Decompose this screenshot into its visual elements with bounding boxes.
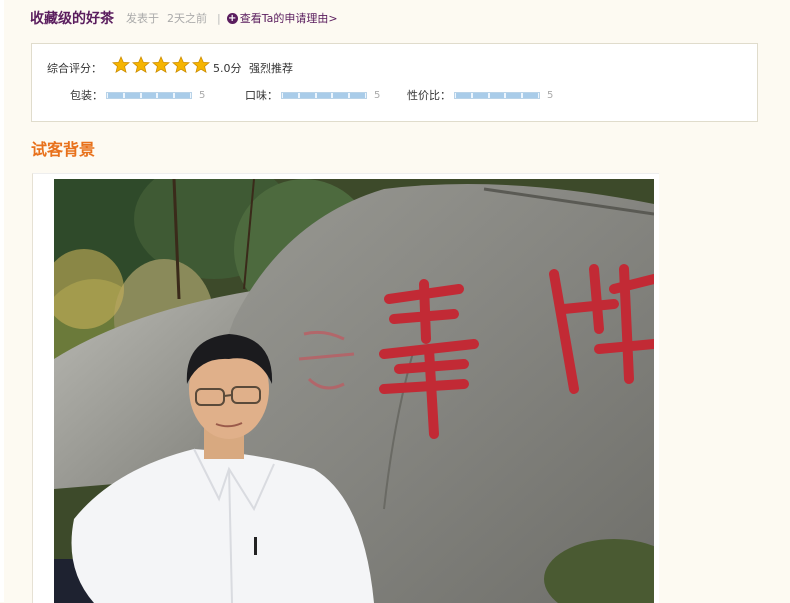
star-icon [172, 56, 190, 73]
star-icon [132, 56, 150, 73]
header-separator: | [217, 11, 221, 25]
rating-panel: 综合评分： 5.0分 强烈推荐 包装： 5 口味： 5 性价比： 5 [31, 43, 758, 122]
posted-label: 发表于 [126, 12, 159, 25]
post-title[interactable]: 收藏级的好茶 [30, 8, 114, 28]
packaging-rating: 包装： 5 [70, 87, 205, 103]
view-reason-label: 查看Ta的申请理由> [239, 12, 338, 25]
taste-label: 口味： [245, 89, 278, 102]
taste-score: 5 [374, 89, 381, 101]
background-photo[interactable] [54, 179, 654, 603]
star-icon [192, 56, 210, 73]
star-icon [152, 56, 170, 73]
overall-rating-label: 综合评分： [47, 62, 102, 75]
photo-frame [32, 173, 659, 603]
posted-time: 2天之前 [167, 12, 207, 25]
star-icon [112, 56, 130, 73]
section-title: 试客背景 [31, 140, 96, 159]
packaging-label: 包装： [70, 89, 103, 102]
value-bar [454, 91, 540, 99]
taste-bar [281, 91, 367, 99]
plus-circle-icon: + [226, 12, 238, 24]
overall-score: 5.0分 [213, 62, 242, 75]
value-rating: 性价比： 5 [407, 87, 553, 103]
star-rating [112, 56, 212, 74]
value-score: 5 [547, 89, 554, 101]
recommendation-text: 强烈推荐 [249, 62, 293, 75]
packaging-bar [106, 91, 192, 99]
view-reason-link[interactable]: + 查看Ta的申请理由> [226, 10, 338, 26]
taste-rating: 口味： 5 [245, 87, 380, 103]
photo-image [54, 179, 654, 603]
packaging-score: 5 [199, 89, 206, 101]
post-header: 收藏级的好茶 发表于 2天之前 | + 查看Ta的申请理由> [30, 8, 338, 28]
page-left-strip [0, 0, 4, 602]
value-label: 性价比： [407, 89, 451, 102]
